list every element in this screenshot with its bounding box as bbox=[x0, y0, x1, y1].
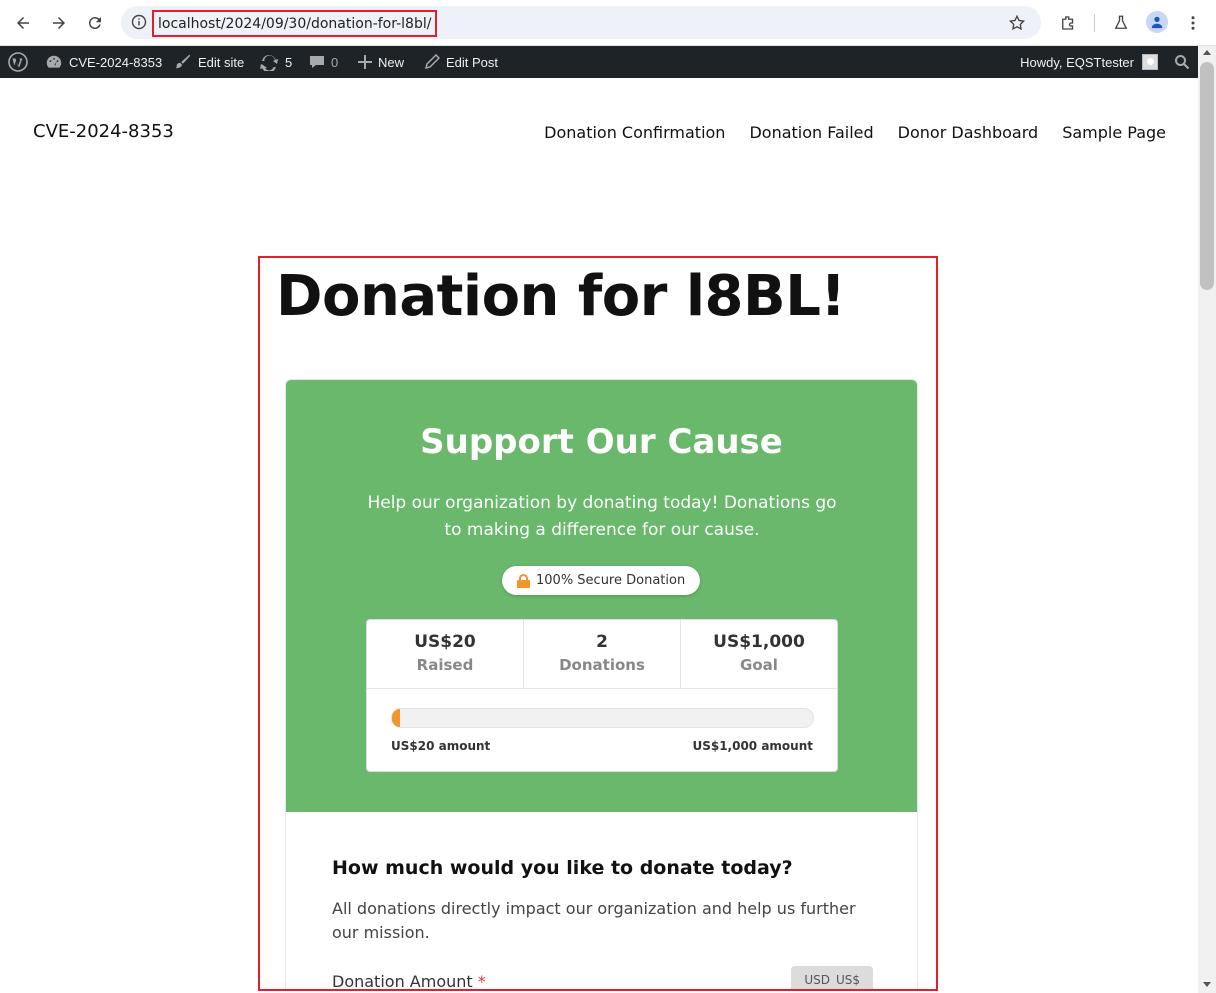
arrow-right-icon bbox=[53, 17, 65, 29]
toolbar-separator bbox=[1094, 14, 1095, 32]
comments-count: 0 bbox=[331, 54, 339, 70]
secure-badge-label: 100% Secure Donation bbox=[536, 573, 686, 588]
goal-stats-card: US$20 Raised 2 Donations US$1,000 Goal U… bbox=[366, 619, 838, 772]
donation-form: Support Our Cause Help our organization … bbox=[285, 379, 918, 991]
puzzle-icon bbox=[1062, 16, 1074, 30]
labs-button[interactable] bbox=[1109, 11, 1133, 35]
stat-donations: 2 Donations bbox=[524, 620, 681, 688]
required-mark: * bbox=[477, 972, 486, 991]
star-icon bbox=[1008, 14, 1026, 31]
stat-value: US$20 bbox=[414, 632, 476, 652]
stat-label: Raised bbox=[416, 656, 474, 674]
site-title-link[interactable]: CVE-2024-8353 bbox=[33, 121, 174, 142]
form-question: How much would you like to donate today? bbox=[332, 857, 793, 879]
stat-label: Donations bbox=[559, 656, 645, 674]
site-info-icon[interactable] bbox=[131, 14, 147, 30]
form-description: All donations directly impact our organi… bbox=[332, 899, 856, 942]
amount-label-text: Donation Amount bbox=[332, 972, 473, 991]
site-navigation: Donation Confirmation Donation Failed Do… bbox=[544, 123, 1166, 142]
form-hero: Support Our Cause Help our organization … bbox=[286, 380, 917, 812]
edit-post-label: Edit Post bbox=[446, 54, 499, 70]
flask-icon bbox=[1114, 15, 1128, 29]
site-name-menu[interactable]: CVE-2024-8353 bbox=[45, 46, 162, 78]
donation-amount-label: Donation Amount * bbox=[332, 972, 486, 991]
edit-site-label: Edit site bbox=[198, 54, 245, 70]
forward-button[interactable] bbox=[46, 10, 72, 36]
menu-button[interactable] bbox=[1181, 11, 1205, 35]
dashboard-icon bbox=[46, 55, 62, 68]
bookmark-star-button[interactable] bbox=[1005, 11, 1029, 35]
goal-progress-bar bbox=[391, 708, 814, 728]
browser-toolbar: localhost/2024/09/30/donation-for-l8bl/ bbox=[0, 0, 1216, 46]
wp-admin-bar: CVE-2024-8353 Edit site 5 0 New Edit Pos… bbox=[0, 46, 1198, 78]
stat-label: Goal bbox=[740, 656, 778, 674]
nav-donor-dashboard[interactable]: Donor Dashboard bbox=[898, 123, 1039, 142]
currency-symbol: US$ bbox=[835, 973, 860, 987]
goal-progress-fill bbox=[392, 709, 401, 727]
edit-post-link[interactable]: Edit Post bbox=[424, 46, 498, 78]
currency-switcher[interactable]: USD US$ bbox=[791, 966, 873, 989]
updates-count: 5 bbox=[285, 54, 293, 70]
extensions-button[interactable] bbox=[1056, 11, 1080, 35]
nav-donation-confirmation[interactable]: Donation Confirmation bbox=[544, 123, 725, 142]
scrollbar-thumb[interactable] bbox=[1200, 62, 1214, 290]
secure-donation-badge: 100% Secure Donation bbox=[502, 566, 701, 595]
stat-value: US$1,000 bbox=[713, 632, 805, 652]
back-button[interactable] bbox=[10, 10, 36, 36]
lock-icon bbox=[517, 573, 530, 588]
user-avatar bbox=[1142, 54, 1158, 70]
kebab-menu-icon bbox=[1191, 16, 1195, 30]
edit-site-link[interactable]: Edit site bbox=[174, 46, 244, 78]
plus-icon bbox=[358, 55, 372, 69]
new-label: New bbox=[378, 54, 405, 70]
updates-link[interactable]: 5 bbox=[259, 46, 292, 78]
stat-value: 2 bbox=[596, 632, 608, 652]
site-name-label: CVE-2024-8353 bbox=[69, 54, 163, 70]
my-account-menu[interactable]: Howdy, EQSTtester bbox=[1020, 46, 1158, 78]
post-content-highlight: Donation for l8BL! Support Our Cause Hel… bbox=[258, 256, 938, 991]
form-body: How much would you like to donate today?… bbox=[286, 812, 917, 991]
search-icon[interactable] bbox=[1174, 54, 1190, 70]
brush-icon bbox=[175, 54, 191, 69]
reload-icon bbox=[88, 17, 101, 30]
hero-title: Support Our Cause bbox=[420, 422, 783, 462]
comment-icon bbox=[310, 56, 324, 68]
person-icon bbox=[1151, 16, 1163, 29]
stat-raised: US$20 Raised bbox=[367, 620, 524, 688]
post-title: Donation for l8BL! bbox=[276, 264, 846, 329]
hero-description: Help our organization by donating today!… bbox=[367, 493, 837, 540]
pencil-icon bbox=[424, 54, 440, 70]
comments-link[interactable]: 0 bbox=[309, 46, 338, 78]
nav-sample-page[interactable]: Sample Page bbox=[1062, 123, 1166, 142]
progress-max-label: US$1,000 amount bbox=[692, 739, 813, 753]
currency-code: USD bbox=[804, 973, 830, 987]
nav-donation-failed[interactable]: Donation Failed bbox=[749, 123, 873, 142]
wordpress-logo-icon bbox=[8, 52, 28, 72]
wp-logo-menu[interactable] bbox=[8, 46, 28, 78]
new-content-menu[interactable]: New bbox=[358, 46, 404, 78]
scroll-down-arrow-icon[interactable] bbox=[1203, 982, 1211, 987]
url-text[interactable]: localhost/2024/09/30/donation-for-l8bl/ bbox=[152, 10, 438, 37]
profile-button[interactable] bbox=[1146, 11, 1168, 33]
updates-icon bbox=[260, 55, 278, 71]
reload-button[interactable] bbox=[82, 10, 108, 36]
scroll-up-arrow-icon[interactable] bbox=[1203, 50, 1211, 55]
stats-row: US$20 Raised 2 Donations US$1,000 Goal bbox=[367, 620, 837, 689]
howdy-label: Howdy, EQSTtester bbox=[1020, 54, 1134, 70]
arrow-left-icon bbox=[17, 17, 29, 29]
stat-goal: US$1,000 Goal bbox=[681, 620, 837, 688]
progress-min-label: US$20 amount bbox=[391, 739, 491, 753]
